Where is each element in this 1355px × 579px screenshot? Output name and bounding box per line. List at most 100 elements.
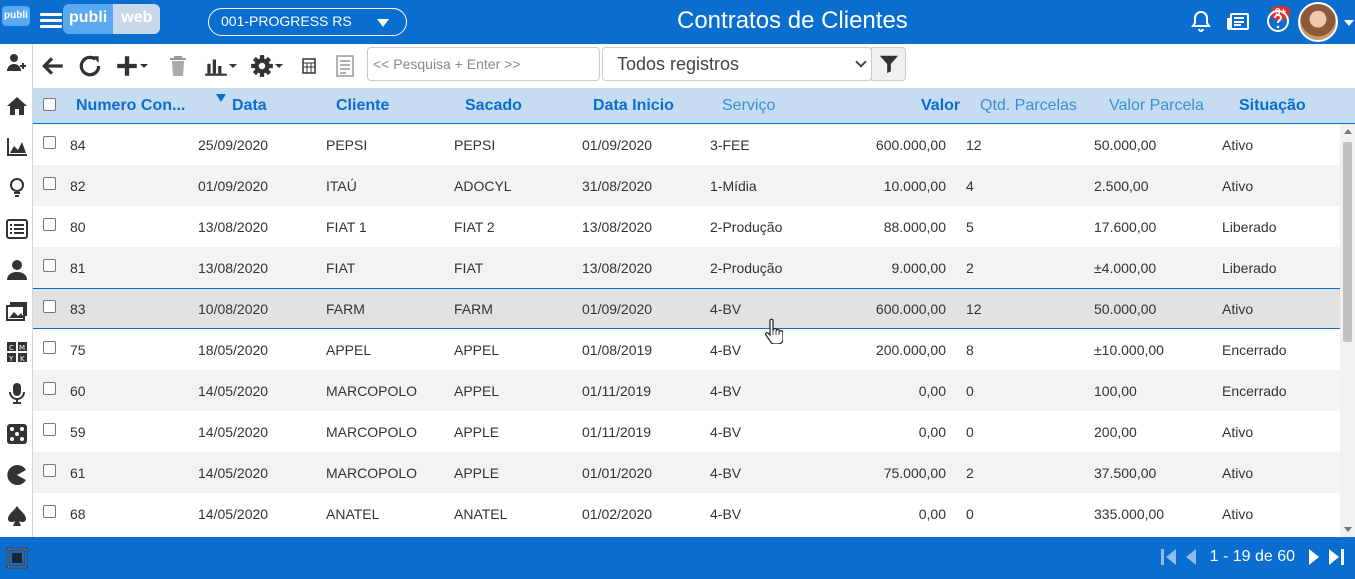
cell-valor: 10.000,00 xyxy=(883,178,946,194)
table-scrollbar[interactable] xyxy=(1340,124,1355,537)
row-checkbox[interactable] xyxy=(43,505,56,518)
filter-button[interactable] xyxy=(871,47,906,81)
back-button[interactable] xyxy=(40,51,66,81)
cell-cliente: FIAT 1 xyxy=(326,219,367,235)
cell-situacao: Ativo xyxy=(1222,506,1254,522)
row-checkbox[interactable] xyxy=(43,136,56,149)
table-row[interactable]: 61 14/05/2020 MARCOPOLO APPLE 01/01/2020… xyxy=(33,452,1340,493)
scrollbar-thumb[interactable] xyxy=(1343,142,1352,342)
brand-logo[interactable]: publi web xyxy=(63,4,161,34)
row-checkbox[interactable] xyxy=(43,341,56,354)
pacman-icon[interactable] xyxy=(0,456,33,494)
cell-qtd-parcelas: 5 xyxy=(966,219,974,235)
company-select[interactable]: 001-PROGRESS RS xyxy=(208,8,407,36)
previous-page-icon[interactable] xyxy=(1184,547,1198,567)
search-input[interactable] xyxy=(367,47,600,81)
row-checkbox[interactable] xyxy=(43,300,56,313)
microphone-icon[interactable] xyxy=(0,374,33,412)
chevron-down-icon[interactable] xyxy=(1344,20,1354,26)
menu-icon[interactable] xyxy=(40,10,62,32)
column-header-qtd-parcelas[interactable]: Qtd. Parcelas xyxy=(980,97,1077,115)
column-header-cliente[interactable]: Cliente xyxy=(336,97,389,115)
add-user-icon[interactable] xyxy=(0,44,33,82)
bell-icon[interactable] xyxy=(1189,9,1215,35)
chart-button[interactable] xyxy=(203,51,237,81)
table-row[interactable]: 81 13/08/2020 FIAT FIAT 13/08/2020 2-Pro… xyxy=(33,247,1340,288)
select-all-checkbox[interactable] xyxy=(43,98,56,111)
cell-servico: 3-FEE xyxy=(710,137,750,153)
table-row[interactable]: 68 14/05/2020 ANATEL ANATEL 01/02/2020 4… xyxy=(33,493,1340,534)
cell-servico: 4-BV xyxy=(710,342,742,358)
cell-cliente: MARCOPOLO xyxy=(326,383,418,399)
table-row[interactable]: 75 18/05/2020 APPEL APPEL 01/08/2019 4-B… xyxy=(33,329,1340,370)
cell-valor-parcela: 100,00 xyxy=(1094,383,1137,399)
help-icon[interactable] xyxy=(1266,9,1292,35)
table-row[interactable]: 82 01/09/2020 ITAÚ ADOCYL 31/08/2020 1-M… xyxy=(33,165,1340,206)
delete-button[interactable] xyxy=(166,51,190,81)
column-header-numero[interactable]: Numero Con... xyxy=(76,97,185,115)
table-row[interactable]: 60 14/05/2020 MARCOPOLO APPEL 01/11/2019… xyxy=(33,370,1340,411)
row-checkbox[interactable] xyxy=(43,177,56,190)
settings-button[interactable] xyxy=(249,51,283,81)
sort-desc-icon xyxy=(216,94,226,102)
next-page-icon[interactable] xyxy=(1307,547,1321,567)
cell-valor-parcela: 200,00 xyxy=(1094,424,1137,440)
chevron-down-icon xyxy=(855,56,867,68)
cell-cliente: MARCOPOLO xyxy=(326,424,418,440)
column-header-situacao[interactable]: Situação xyxy=(1239,97,1306,115)
first-page-icon[interactable] xyxy=(1160,547,1178,567)
column-header-data[interactable]: Data xyxy=(232,97,267,115)
column-header-valor[interactable]: Valor xyxy=(921,97,960,115)
table-row[interactable]: 84 25/09/2020 PEPSI PEPSI 01/09/2020 3-F… xyxy=(33,124,1340,165)
add-button[interactable] xyxy=(114,51,148,81)
images-icon[interactable] xyxy=(0,292,33,330)
sidebar-logo[interactable]: publi xyxy=(0,0,33,44)
scroll-down-icon[interactable] xyxy=(1344,527,1352,532)
lightbulb-icon[interactable] xyxy=(0,169,33,207)
chevron-down-icon xyxy=(140,64,148,68)
dice-icon[interactable] xyxy=(0,415,33,453)
cell-numero: 82 xyxy=(70,178,86,194)
news-icon[interactable] xyxy=(1227,9,1253,35)
cell-data: 14/05/2020 xyxy=(198,465,269,481)
cell-servico: 4-BV xyxy=(710,383,742,399)
cell-cliente: FARM xyxy=(326,301,365,317)
cell-data: 01/09/2020 xyxy=(198,178,269,194)
records-filter-select[interactable]: Todos registros xyxy=(602,47,872,81)
spreadsheet-button[interactable] xyxy=(302,51,316,81)
cell-cliente: PEPSI xyxy=(326,137,368,153)
row-checkbox[interactable] xyxy=(43,464,56,477)
refresh-button[interactable] xyxy=(77,51,103,81)
cell-valor: 600.000,00 xyxy=(875,137,946,153)
column-header-data-inicio[interactable]: Data Inicio xyxy=(593,97,674,115)
cell-numero: 60 xyxy=(70,383,86,399)
row-checkbox[interactable] xyxy=(43,218,56,231)
column-header-sacado[interactable]: Sacado xyxy=(465,97,522,115)
scroll-up-icon[interactable] xyxy=(1344,129,1352,134)
table-row[interactable]: 59 14/05/2020 MARCOPOLO APPLE 01/11/2019… xyxy=(33,411,1340,452)
row-checkbox[interactable] xyxy=(43,382,56,395)
row-checkbox[interactable] xyxy=(43,423,56,436)
column-header-valor-parcela[interactable]: Valor Parcela xyxy=(1109,97,1204,115)
gear-icon xyxy=(251,55,273,77)
cell-data: 10/08/2020 xyxy=(198,301,269,317)
last-page-icon[interactable] xyxy=(1327,547,1345,567)
spade-icon[interactable] xyxy=(0,497,33,535)
brand-part1: publi xyxy=(63,4,114,34)
cell-situacao: Ativo xyxy=(1222,301,1254,317)
report-button[interactable] xyxy=(335,51,355,81)
cell-servico: 2-Produção xyxy=(710,260,783,276)
cell-qtd-parcelas: 0 xyxy=(966,506,974,522)
area-chart-icon[interactable] xyxy=(0,128,33,166)
user-icon[interactable] xyxy=(0,251,33,289)
table-row[interactable]: 83 10/08/2020 FARM FARM 01/09/2020 4-BV … xyxy=(33,288,1340,329)
cell-numero: 59 xyxy=(70,424,86,440)
row-checkbox[interactable] xyxy=(43,259,56,272)
cmyk-icon[interactable]: CMYK xyxy=(0,333,33,371)
avatar[interactable] xyxy=(1298,2,1338,42)
list-icon[interactable] xyxy=(0,210,33,248)
column-header-servico[interactable]: Serviço xyxy=(722,97,775,115)
home-icon[interactable] xyxy=(0,87,33,125)
table-row[interactable]: 80 13/08/2020 FIAT 1 FIAT 2 13/08/2020 2… xyxy=(33,206,1340,247)
square-icon[interactable] xyxy=(0,537,33,579)
